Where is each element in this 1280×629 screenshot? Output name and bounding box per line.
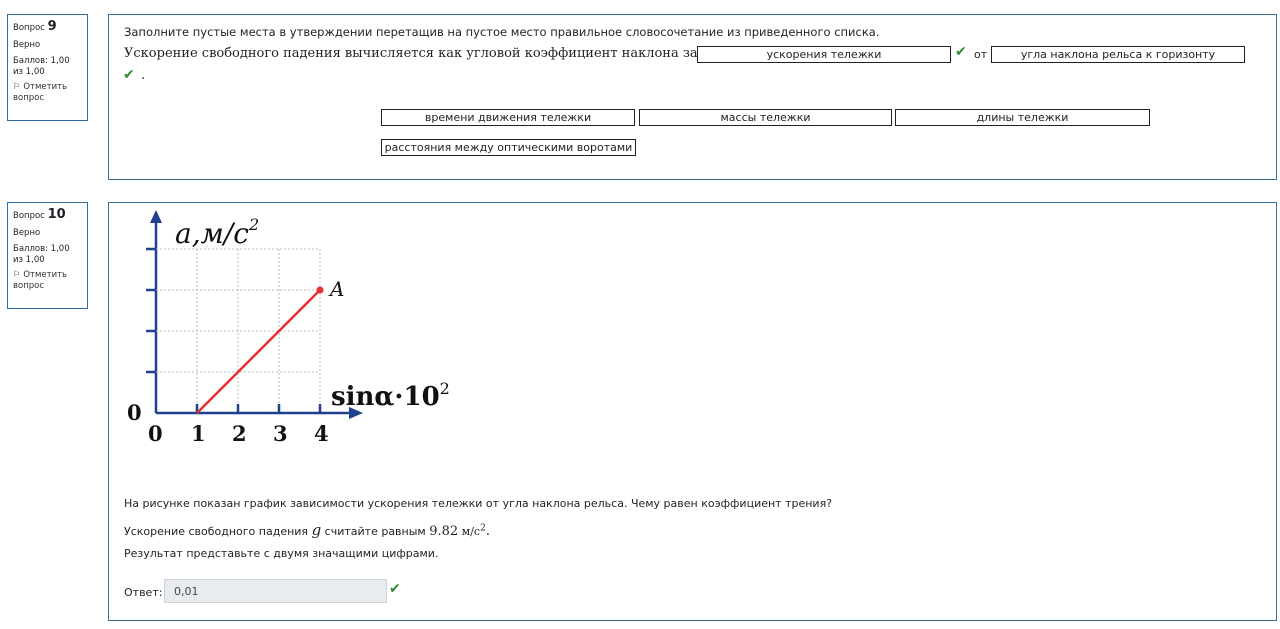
- x-axis-label-exp: 2: [440, 379, 450, 398]
- question-content-9: Заполните пустые места в утверждении пер…: [108, 14, 1277, 180]
- answer-label: Ответ:: [124, 586, 163, 599]
- x-tick-label: 3: [273, 421, 288, 446]
- question-status: Верно: [13, 40, 41, 51]
- question-grade: Баллов: 1,00 из 1,00: [13, 55, 70, 77]
- choice-item[interactable]: времени движения тележки: [381, 109, 635, 126]
- y-axis-arrow: [150, 210, 162, 223]
- x-tick-label: 4: [314, 421, 329, 446]
- flag-icon: ⚐: [13, 82, 21, 93]
- question-number: Вопрос 10: [13, 207, 66, 222]
- chart-series: [196, 286, 324, 414]
- point-label: A: [328, 277, 344, 301]
- question-text-2: Ускорение свободного падения g считайте …: [124, 521, 490, 539]
- question-text-1: На рисунке показан график зависимости ус…: [124, 497, 833, 510]
- acceleration-chart: 0 1 2 3 4 a,м/с2 sinα·102 0 A: [127, 210, 450, 446]
- question-sentence: Ускорение свободного падения вычисляется…: [124, 46, 771, 61]
- answer-input[interactable]: 0,01: [164, 579, 387, 603]
- question-info-9: Вопрос 9 Верно Баллов: 1,00 из 1,00 ⚐ От…: [7, 14, 88, 121]
- question-info-10: Вопрос 10 Верно Баллов: 1,00 из 1,00 ⚐ О…: [7, 202, 88, 309]
- y-axis-label-exp: 2: [248, 215, 259, 234]
- question-status: Верно: [13, 228, 41, 239]
- question-number: Вопрос 9: [13, 19, 57, 34]
- x-tick-label: 2: [232, 421, 247, 446]
- x-axis-label: sinα·102: [331, 379, 450, 412]
- flag-icon: ⚐: [13, 270, 21, 281]
- choice-item[interactable]: расстояния между оптическими воротами: [381, 139, 636, 156]
- drop-zone-2[interactable]: угла наклона рельса к горизонту: [991, 46, 1245, 63]
- y-axis-label: a,м/с2: [175, 215, 259, 250]
- correct-check-icon: ✔: [389, 581, 401, 597]
- drop-zone-1[interactable]: ускорения тележки: [697, 46, 951, 63]
- question-instruction: Заполните пустые места в утверждении пер…: [124, 25, 880, 39]
- flag-question-link[interactable]: ⚐ Отметить вопрос: [13, 82, 82, 103]
- choice-item[interactable]: длины тележки: [895, 109, 1150, 126]
- correct-check-icon: ✔: [955, 44, 967, 60]
- choice-item[interactable]: массы тележки: [639, 109, 892, 126]
- question-grade: Баллов: 1,00 из 1,00: [13, 243, 70, 265]
- question-text-3: Результат представьте с двумя значащими …: [124, 547, 439, 560]
- x-tick-label: 1: [191, 421, 206, 446]
- chart-grid: [156, 248, 321, 413]
- data-point-A: [316, 286, 324, 294]
- x-tick-label: 0: [148, 421, 163, 446]
- correct-check-icon: ✔: [123, 67, 135, 83]
- y-origin-label: 0: [127, 400, 142, 425]
- sentence-period: .: [141, 68, 146, 83]
- question-content-10: 0 1 2 3 4 a,м/с2 sinα·102 0 A На рисунке пок…: [108, 202, 1277, 621]
- connector-text: от: [974, 48, 988, 61]
- flag-question-link[interactable]: ⚐ Отметить вопрос: [13, 270, 82, 291]
- chart-ticks: 0 1 2 3 4: [146, 247, 329, 446]
- series-line: [196, 289, 321, 414]
